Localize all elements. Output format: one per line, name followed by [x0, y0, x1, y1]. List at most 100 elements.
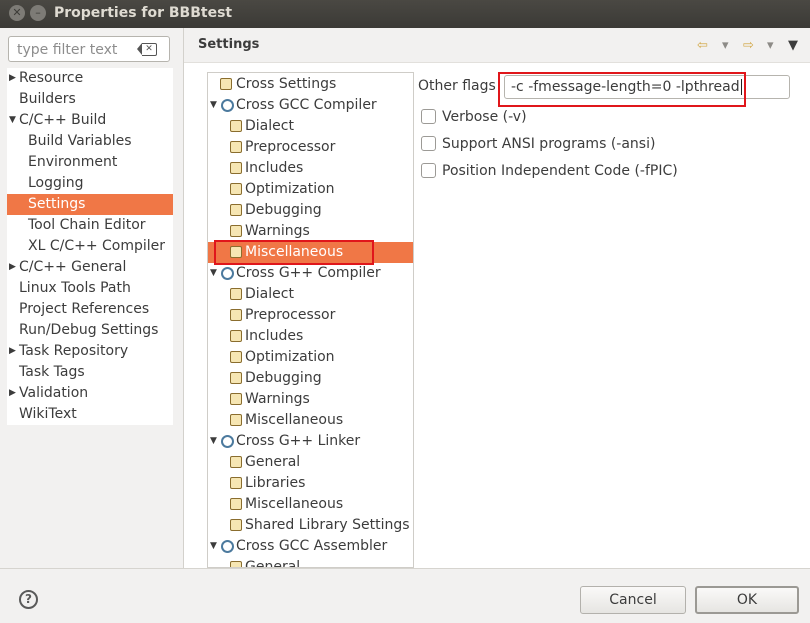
- nav-item-label: Validation: [19, 385, 89, 401]
- settings-icon: [230, 414, 242, 426]
- clear-filter-icon[interactable]: ✕: [137, 43, 157, 56]
- tool-label: Optimization: [245, 181, 335, 197]
- tool-option[interactable]: Optimization: [208, 179, 413, 200]
- nav-item[interactable]: Settings: [7, 194, 173, 215]
- nav-item-label: WikiText: [19, 406, 77, 422]
- nav-item[interactable]: Project References: [7, 299, 173, 320]
- window-title: Properties for BBBtest: [54, 5, 233, 21]
- tool-option[interactable]: Includes: [208, 326, 413, 347]
- settings-icon: [230, 183, 242, 195]
- nav-item[interactable]: Logging: [7, 173, 173, 194]
- filter-input[interactable]: [15, 38, 144, 62]
- gear-icon: [221, 540, 234, 553]
- tool-option[interactable]: Miscellaneous: [208, 494, 413, 515]
- minimize-window-button[interactable]: –: [30, 5, 46, 21]
- expand-down-icon[interactable]: ▼: [9, 110, 16, 131]
- tool-option[interactable]: Optimization: [208, 347, 413, 368]
- tool-option[interactable]: Debugging: [208, 200, 413, 221]
- tool-label: Preprocessor: [245, 139, 336, 155]
- settings-icon: [230, 498, 242, 510]
- nav-item-label: Environment: [28, 154, 118, 170]
- tool-option[interactable]: Dialect: [208, 284, 413, 305]
- tool-label: Cross G++ Compiler: [236, 265, 381, 281]
- tool-option[interactable]: Preprocessor: [208, 137, 413, 158]
- ok-button[interactable]: OK: [695, 586, 799, 614]
- tool-option[interactable]: Shared Library Settings: [208, 515, 413, 536]
- expand-down-icon[interactable]: ▼: [210, 431, 217, 452]
- expand-down-icon[interactable]: ▼: [210, 95, 217, 116]
- nav-item[interactable]: Tool Chain Editor: [7, 215, 173, 236]
- expand-right-icon[interactable]: ▶: [9, 68, 16, 89]
- tool-option[interactable]: Includes: [208, 158, 413, 179]
- highlight-box-miscellaneous: [214, 240, 374, 265]
- tool-group[interactable]: ▼ Cross GCC Assembler: [208, 536, 413, 557]
- tool-label: Dialect: [245, 118, 294, 134]
- expand-right-icon[interactable]: ▶: [9, 257, 16, 278]
- tool-label: Includes: [245, 328, 304, 344]
- expand-down-icon[interactable]: ▼: [210, 263, 217, 284]
- gear-icon: [221, 435, 234, 448]
- button-bar: [0, 568, 810, 623]
- nav-item-label: Task Repository: [19, 343, 129, 359]
- nav-item-label: Build Variables: [28, 133, 132, 149]
- tool-option[interactable]: Warnings: [208, 221, 413, 242]
- expand-right-icon[interactable]: ▶: [9, 341, 16, 362]
- tool-option[interactable]: General: [208, 452, 413, 473]
- nav-item-label: Task Tags: [19, 364, 85, 380]
- tool-option[interactable]: Debugging: [208, 368, 413, 389]
- tool-label: Warnings: [245, 223, 310, 239]
- forward-menu-icon[interactable]: ▾: [767, 38, 774, 53]
- tool-label: Warnings: [245, 391, 310, 407]
- nav-item[interactable]: ▶ Task Repository: [7, 341, 173, 362]
- tool-label: Optimization: [245, 349, 335, 365]
- tool-option[interactable]: Cross Settings: [208, 74, 413, 95]
- nav-item[interactable]: Run/Debug Settings: [7, 320, 173, 341]
- tool-option[interactable]: Preprocessor: [208, 305, 413, 326]
- back-menu-icon[interactable]: ▾: [722, 38, 729, 53]
- cancel-button[interactable]: Cancel: [580, 586, 686, 614]
- tool-option[interactable]: General: [208, 557, 413, 567]
- filter-field[interactable]: ✕: [8, 36, 170, 62]
- nav-item[interactable]: Linux Tools Path: [7, 278, 173, 299]
- help-button[interactable]: ?: [19, 590, 38, 609]
- expand-right-icon[interactable]: ▶: [9, 383, 16, 404]
- ansi-checkbox[interactable]: [421, 136, 436, 151]
- verbose-checkbox[interactable]: [421, 109, 436, 124]
- settings-icon: [230, 561, 242, 567]
- nav-item[interactable]: ▶ Resource: [7, 68, 173, 89]
- tool-label: Miscellaneous: [245, 412, 344, 428]
- settings-icon: [220, 78, 232, 90]
- nav-item[interactable]: Environment: [7, 152, 173, 173]
- nav-item[interactable]: XL C/C++ Compiler: [7, 236, 173, 257]
- ansi-label: Support ANSI programs (-ansi): [442, 136, 656, 152]
- tool-group[interactable]: ▼ Cross GCC Compiler: [208, 95, 413, 116]
- expand-down-icon[interactable]: ▼: [210, 536, 217, 557]
- nav-item[interactable]: ▶ Validation: [7, 383, 173, 404]
- tool-option[interactable]: Warnings: [208, 389, 413, 410]
- nav-item[interactable]: WikiText: [7, 404, 173, 425]
- back-arrow-icon[interactable]: ⇦: [697, 38, 708, 53]
- settings-icon: [230, 393, 242, 405]
- settings-icon: [230, 351, 242, 363]
- forward-arrow-icon[interactable]: ⇨: [743, 38, 754, 53]
- nav-item-label: Logging: [28, 175, 84, 191]
- nav-item[interactable]: Task Tags: [7, 362, 173, 383]
- tool-option[interactable]: Miscellaneous: [208, 410, 413, 431]
- tool-option[interactable]: Dialect: [208, 116, 413, 137]
- close-window-button[interactable]: ✕: [9, 5, 25, 21]
- nav-item[interactable]: Build Variables: [7, 131, 173, 152]
- tool-option[interactable]: Libraries: [208, 473, 413, 494]
- fpic-label: Position Independent Code (-fPIC): [442, 163, 678, 179]
- tool-group[interactable]: ▼ Cross G++ Compiler: [208, 263, 413, 284]
- fpic-checkbox[interactable]: [421, 163, 436, 178]
- nav-item[interactable]: Builders: [7, 89, 173, 110]
- nav-item-label: C/C++ Build: [19, 112, 107, 128]
- nav-item-label: Project References: [19, 301, 150, 317]
- tool-group[interactable]: ▼ Cross G++ Linker: [208, 431, 413, 452]
- nav-item[interactable]: ▼ C/C++ Build: [7, 110, 173, 131]
- view-menu-icon[interactable]: ▼: [788, 38, 798, 53]
- nav-item[interactable]: ▶ C/C++ General: [7, 257, 173, 278]
- settings-icon: [230, 141, 242, 153]
- tool-label: Cross G++ Linker: [236, 433, 361, 449]
- settings-icon: [230, 120, 242, 132]
